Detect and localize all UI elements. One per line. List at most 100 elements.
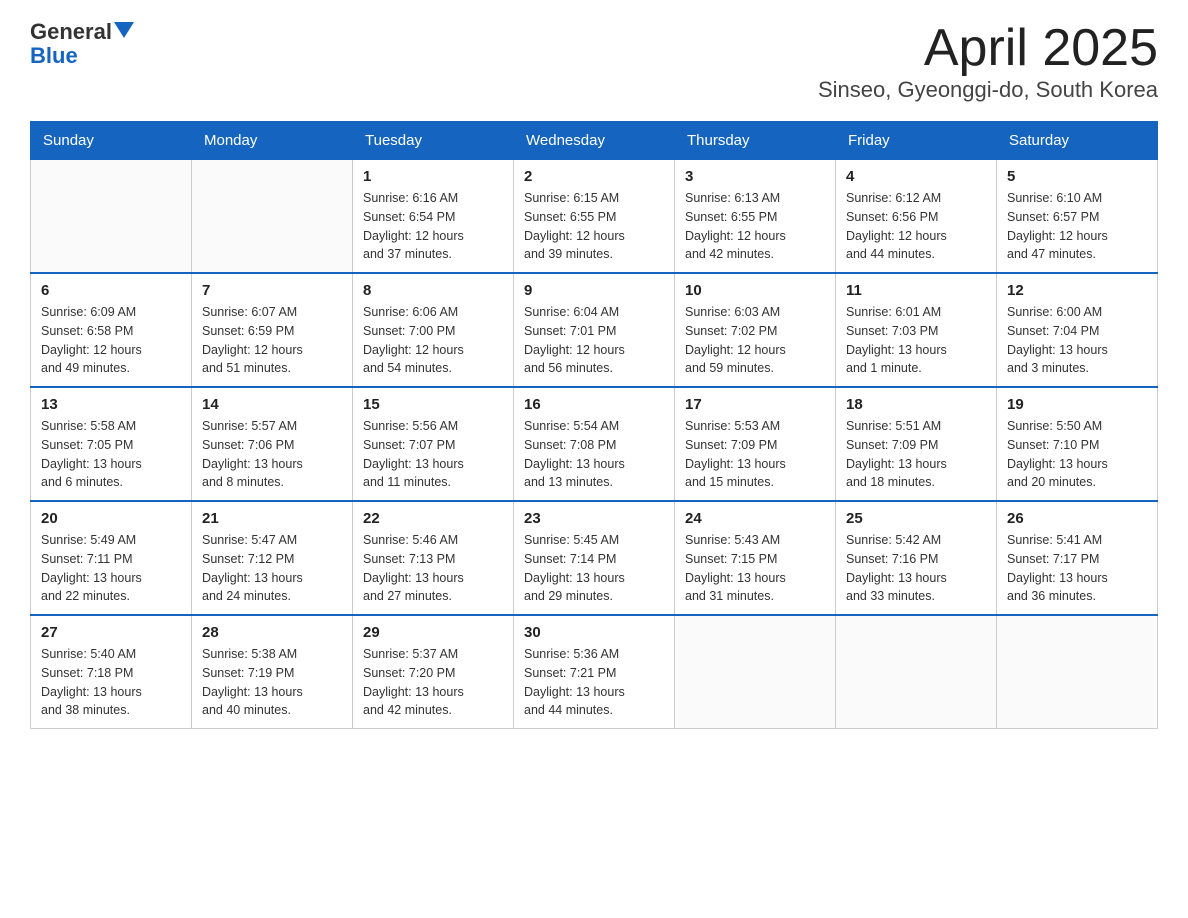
calendar-day-cell: 23Sunrise: 5:45 AM Sunset: 7:14 PM Dayli…	[514, 501, 675, 615]
calendar-week-row: 13 Sunrise: 5:58 AM Sunset: 7:05 PM Dayli…	[31, 387, 1158, 501]
day-info: Sunrise: 5:38 AM Sunset: 7:19 PM Dayligh…	[202, 645, 342, 720]
calendar-table: SundayMondayTuesdayWednesdayThursdayFrid…	[30, 121, 1158, 729]
day-number: 29	[363, 624, 503, 641]
day-info: Sunrise: 5:40 AM Sunset: 7:18 PM Dayligh…	[41, 645, 181, 720]
logo-text-blue: Blue	[30, 43, 78, 68]
day-number: 9	[524, 282, 664, 299]
day-number: 16	[524, 396, 664, 413]
calendar-day-cell: 1 Sunrise: 6:16 AM Sunset: 6:54 PM Daylig…	[353, 160, 514, 274]
day-info: Sunrise: 5:53 AM Sunset: 7:09 PM Dayligh…	[685, 417, 825, 492]
calendar-week-row: 6 Sunrise: 6:09 AM Sunset: 6:58 PM Daylig…	[31, 273, 1158, 387]
day-number: 27	[41, 624, 181, 641]
calendar-day-cell	[997, 615, 1158, 729]
calendar-day-cell: 12Sunrise: 6:00 AM Sunset: 7:04 PM Dayli…	[997, 273, 1158, 387]
day-number: 5	[1007, 168, 1147, 185]
day-number: 28	[202, 624, 342, 641]
day-number: 22	[363, 510, 503, 527]
day-info: Sunrise: 5:36 AM Sunset: 7:21 PM Dayligh…	[524, 645, 664, 720]
day-info: Sunrise: 5:56 AM Sunset: 7:07 PM Dayligh…	[363, 417, 503, 492]
page-header: General Blue April 2025 Sinseo, Gyeonggi…	[30, 20, 1158, 103]
day-info: Sunrise: 6:04 AM Sunset: 7:01 PM Dayligh…	[524, 303, 664, 378]
day-info: Sunrise: 6:06 AM Sunset: 7:00 PM Dayligh…	[363, 303, 503, 378]
calendar-day-cell: 27 Sunrise: 5:40 AM Sunset: 7:18 PM Dayli…	[31, 615, 192, 729]
calendar-day-cell: 17 Sunrise: 5:53 AM Sunset: 7:09 PM Dayli…	[675, 387, 836, 501]
calendar-day-cell: 5 Sunrise: 6:10 AM Sunset: 6:57 PM Daylig…	[997, 160, 1158, 274]
calendar-day-cell: 4 Sunrise: 6:12 AM Sunset: 6:56 PM Daylig…	[836, 160, 997, 274]
day-info: Sunrise: 6:10 AM Sunset: 6:57 PM Dayligh…	[1007, 189, 1147, 264]
calendar-week-row: 1 Sunrise: 6:16 AM Sunset: 6:54 PM Daylig…	[31, 160, 1158, 274]
day-info: Sunrise: 5:51 AM Sunset: 7:09 PM Dayligh…	[846, 417, 986, 492]
day-info: Sunrise: 6:01 AM Sunset: 7:03 PM Dayligh…	[846, 303, 986, 378]
calendar-day-cell: 6 Sunrise: 6:09 AM Sunset: 6:58 PM Daylig…	[31, 273, 192, 387]
calendar-day-header: Tuesday	[353, 122, 514, 160]
logo-arrow-icon	[114, 22, 134, 38]
calendar-day-cell: 26 Sunrise: 5:41 AM Sunset: 7:17 PM Dayli…	[997, 501, 1158, 615]
calendar-day-cell	[836, 615, 997, 729]
day-info: Sunrise: 5:46 AM Sunset: 7:13 PM Dayligh…	[363, 531, 503, 606]
day-info: Sunrise: 6:00 AM Sunset: 7:04 PM Dayligh…	[1007, 303, 1147, 378]
calendar-header-row: SundayMondayTuesdayWednesdayThursdayFrid…	[31, 122, 1158, 160]
calendar-day-cell: 9 Sunrise: 6:04 AM Sunset: 7:01 PM Daylig…	[514, 273, 675, 387]
calendar-day-cell: 25Sunrise: 5:42 AM Sunset: 7:16 PM Dayli…	[836, 501, 997, 615]
calendar-day-cell: 8Sunrise: 6:06 AM Sunset: 7:00 PM Daylig…	[353, 273, 514, 387]
day-number: 17	[685, 396, 825, 413]
day-number: 3	[685, 168, 825, 185]
day-number: 13	[41, 396, 181, 413]
calendar-subtitle: Sinseo, Gyeonggi-do, South Korea	[818, 77, 1158, 103]
day-info: Sunrise: 5:57 AM Sunset: 7:06 PM Dayligh…	[202, 417, 342, 492]
calendar-day-cell: 20 Sunrise: 5:49 AM Sunset: 7:11 PM Dayli…	[31, 501, 192, 615]
day-number: 20	[41, 510, 181, 527]
day-info: Sunrise: 5:54 AM Sunset: 7:08 PM Dayligh…	[524, 417, 664, 492]
calendar-week-row: 20 Sunrise: 5:49 AM Sunset: 7:11 PM Dayli…	[31, 501, 1158, 615]
day-info: Sunrise: 6:16 AM Sunset: 6:54 PM Dayligh…	[363, 189, 503, 264]
calendar-day-cell: 15 Sunrise: 5:56 AM Sunset: 7:07 PM Dayli…	[353, 387, 514, 501]
calendar-day-cell: 29 Sunrise: 5:37 AM Sunset: 7:20 PM Dayli…	[353, 615, 514, 729]
day-number: 18	[846, 396, 986, 413]
calendar-week-row: 27 Sunrise: 5:40 AM Sunset: 7:18 PM Dayli…	[31, 615, 1158, 729]
logo: General Blue	[30, 20, 134, 69]
calendar-day-cell: 3 Sunrise: 6:13 AM Sunset: 6:55 PM Daylig…	[675, 160, 836, 274]
day-number: 23	[524, 510, 664, 527]
day-info: Sunrise: 6:09 AM Sunset: 6:58 PM Dayligh…	[41, 303, 181, 378]
logo-text-general: General	[30, 20, 112, 44]
calendar-day-cell: 18 Sunrise: 5:51 AM Sunset: 7:09 PM Dayli…	[836, 387, 997, 501]
calendar-day-cell: 16 Sunrise: 5:54 AM Sunset: 7:08 PM Dayli…	[514, 387, 675, 501]
day-info: Sunrise: 5:58 AM Sunset: 7:05 PM Dayligh…	[41, 417, 181, 492]
calendar-day-cell: 28 Sunrise: 5:38 AM Sunset: 7:19 PM Dayli…	[192, 615, 353, 729]
day-number: 30	[524, 624, 664, 641]
day-number: 19	[1007, 396, 1147, 413]
calendar-day-header: Thursday	[675, 122, 836, 160]
day-info: Sunrise: 6:07 AM Sunset: 6:59 PM Dayligh…	[202, 303, 342, 378]
calendar-day-cell: 19 Sunrise: 5:50 AM Sunset: 7:10 PM Dayli…	[997, 387, 1158, 501]
day-info: Sunrise: 5:50 AM Sunset: 7:10 PM Dayligh…	[1007, 417, 1147, 492]
calendar-day-cell: 13 Sunrise: 5:58 AM Sunset: 7:05 PM Dayli…	[31, 387, 192, 501]
day-number: 11	[846, 282, 986, 299]
day-info: Sunrise: 5:41 AM Sunset: 7:17 PM Dayligh…	[1007, 531, 1147, 606]
calendar-day-cell	[192, 160, 353, 274]
calendar-day-cell: 24 Sunrise: 5:43 AM Sunset: 7:15 PM Dayli…	[675, 501, 836, 615]
day-number: 24	[685, 510, 825, 527]
calendar-day-cell: 7 Sunrise: 6:07 AM Sunset: 6:59 PM Daylig…	[192, 273, 353, 387]
calendar-day-cell: 10Sunrise: 6:03 AM Sunset: 7:02 PM Dayli…	[675, 273, 836, 387]
day-number: 1	[363, 168, 503, 185]
day-number: 6	[41, 282, 181, 299]
calendar-day-header: Saturday	[997, 122, 1158, 160]
day-info: Sunrise: 5:43 AM Sunset: 7:15 PM Dayligh…	[685, 531, 825, 606]
calendar-day-cell: 22 Sunrise: 5:46 AM Sunset: 7:13 PM Dayli…	[353, 501, 514, 615]
day-number: 7	[202, 282, 342, 299]
calendar-day-header: Wednesday	[514, 122, 675, 160]
calendar-day-cell: 14Sunrise: 5:57 AM Sunset: 7:06 PM Dayli…	[192, 387, 353, 501]
calendar-day-cell	[675, 615, 836, 729]
day-info: Sunrise: 5:42 AM Sunset: 7:16 PM Dayligh…	[846, 531, 986, 606]
calendar-day-cell: 21Sunrise: 5:47 AM Sunset: 7:12 PM Dayli…	[192, 501, 353, 615]
day-info: Sunrise: 6:12 AM Sunset: 6:56 PM Dayligh…	[846, 189, 986, 264]
day-number: 26	[1007, 510, 1147, 527]
day-info: Sunrise: 6:13 AM Sunset: 6:55 PM Dayligh…	[685, 189, 825, 264]
day-info: Sunrise: 5:47 AM Sunset: 7:12 PM Dayligh…	[202, 531, 342, 606]
calendar-day-cell	[31, 160, 192, 274]
day-number: 15	[363, 396, 503, 413]
day-number: 10	[685, 282, 825, 299]
day-number: 4	[846, 168, 986, 185]
day-info: Sunrise: 5:37 AM Sunset: 7:20 PM Dayligh…	[363, 645, 503, 720]
day-info: Sunrise: 5:49 AM Sunset: 7:11 PM Dayligh…	[41, 531, 181, 606]
